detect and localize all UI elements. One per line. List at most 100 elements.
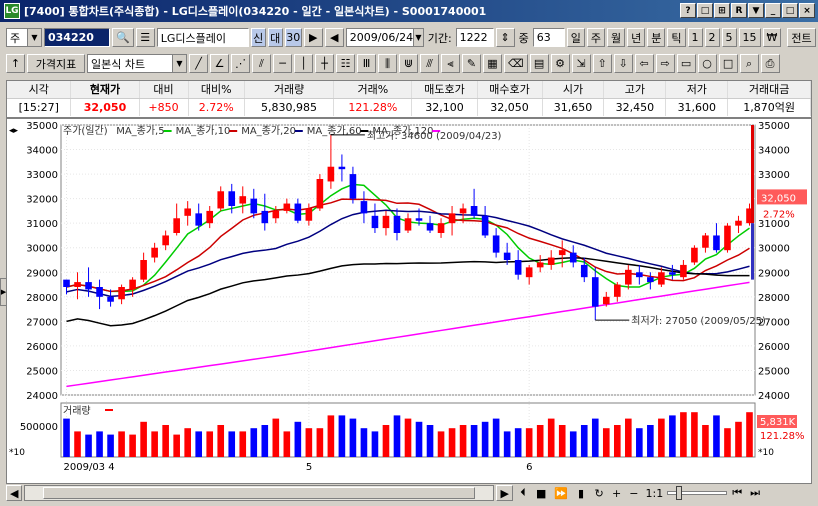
date-select[interactable]: 2009/06/24 ▼ (345, 28, 424, 47)
arrow-left-icon[interactable]: ⇦ (634, 54, 654, 73)
maximize-button[interactable]: □ (782, 3, 798, 18)
magnify-icon[interactable]: ⌕ (739, 54, 759, 73)
arrow-up-icon[interactable]: ⇧ (592, 54, 612, 73)
volume-bar (250, 428, 258, 457)
up-arrow-icon[interactable]: ↑ (6, 54, 25, 73)
price-volume-chart[interactable]: 24000 2400025000 2500026000 2600027000 27000… (7, 119, 811, 483)
settings-icon[interactable]: ⚙ (550, 54, 570, 73)
tab-week[interactable]: 주 (586, 28, 606, 47)
side-panel-toggle[interactable]: ▶ (0, 278, 7, 306)
zoom-in-icon[interactable]: + (609, 485, 625, 501)
close-button[interactable]: × (799, 3, 815, 18)
volume-bar (283, 431, 291, 457)
speed-line-icon[interactable]: ⫽ (252, 54, 271, 73)
crossline-icon[interactable]: ┼ (315, 54, 334, 73)
first-icon[interactable]: ⏮ (729, 485, 746, 501)
dropdown-button[interactable]: ▼ (748, 3, 764, 18)
angle-icon[interactable]: ∠ (210, 54, 229, 73)
candle-body (503, 252, 511, 260)
back-icon[interactable]: ◀ (324, 28, 344, 47)
candle-body (206, 210, 214, 224)
document-icon[interactable]: ▭ (676, 54, 696, 73)
fibo-time-icon[interactable]: Ⅲ (357, 54, 376, 73)
spinner-icon[interactable]: ⇕ (495, 28, 515, 47)
candle-body (558, 250, 566, 256)
minimize-button[interactable]: _ (765, 3, 781, 18)
eraser-icon[interactable]: ⌫ (504, 54, 528, 73)
scroll-right-button[interactable]: ▶ (496, 485, 513, 501)
reset-icon[interactable]: ↻ (591, 485, 608, 501)
bar-icon[interactable]: ▮ (573, 485, 590, 501)
hline-icon[interactable]: ─ (273, 54, 292, 73)
candle-body (85, 282, 92, 290)
candle-body (316, 179, 324, 209)
indicator-button[interactable]: 가격지표 (27, 54, 85, 73)
zoom-slider-handle[interactable] (676, 486, 683, 500)
count-input[interactable]: 63 (532, 28, 565, 47)
chart-type-select[interactable]: 일본식 차트 ▼ (87, 54, 187, 73)
chart-area[interactable]: 24000 24000 25000 25000 26000 26000 27000 27000… (6, 118, 812, 484)
play-back-icon[interactable]: ⏴ (514, 485, 531, 501)
circle-icon[interactable]: ○ (697, 54, 717, 73)
arrow-right-icon[interactable]: ⇨ (655, 54, 675, 73)
gann-icon[interactable]: ⫼ (378, 54, 397, 73)
value-bid: 32,050 (477, 98, 543, 116)
candle-body (393, 215, 401, 233)
channel-icon[interactable]: ⫻ (420, 54, 439, 73)
color-icon[interactable]: ▦ (483, 54, 502, 73)
chevron-down-icon: ▼ (413, 29, 423, 46)
candle-body (195, 213, 203, 226)
play-icon[interactable]: ▶ (303, 28, 323, 47)
help-button[interactable]: ? (680, 3, 696, 18)
header-price: 현재가 (70, 81, 140, 99)
fibo-icon[interactable]: ☷ (336, 54, 355, 73)
tab-tick[interactable]: 틱 (667, 28, 686, 47)
tab-month[interactable]: 월 (607, 28, 626, 47)
period-label: 기간: (427, 31, 452, 45)
pitchfork-icon[interactable]: ⫷ (441, 54, 460, 73)
r-button[interactable]: R (731, 3, 747, 18)
interval-1[interactable]: 1 (687, 28, 703, 47)
interval-15[interactable]: 15 (738, 28, 761, 47)
search-icon[interactable]: 🔍 (112, 28, 134, 47)
title-bar: LG [7400] 통합차트(주식종합) - LG디스플레이(034220 - … (0, 0, 818, 22)
period-input[interactable]: 1222 (455, 28, 494, 47)
market-select[interactable]: 주 ▼ (6, 28, 42, 47)
cycle-icon[interactable]: ⋓ (399, 54, 418, 73)
last-icon[interactable]: ⏭ (747, 485, 763, 501)
scroll-thumb[interactable] (43, 487, 476, 499)
export-icon[interactable]: ⇲ (571, 54, 591, 73)
stop-icon[interactable]: ■ (532, 485, 550, 501)
fast-forward-icon[interactable]: ⏩ (551, 485, 572, 501)
restore-small-button[interactable]: □ (697, 3, 713, 18)
arrow-down-icon[interactable]: ⇩ (613, 54, 633, 73)
table-icon[interactable]: ▤ (529, 54, 549, 73)
trendline-icon[interactable]: ╱ (189, 54, 208, 73)
tab-day[interactable]: 일 (566, 28, 585, 47)
pencil-icon[interactable]: ✎ (462, 54, 481, 73)
tab-year[interactable]: 년 (627, 28, 646, 47)
list-icon[interactable]: ☰ (135, 28, 155, 47)
candle-body (129, 279, 136, 290)
chart-menu-button[interactable]: 전트 (787, 28, 816, 47)
vline-icon[interactable]: │ (294, 54, 313, 73)
tab-minute[interactable]: 분 (647, 28, 666, 47)
stock-code-input[interactable]: 034220 (44, 28, 110, 47)
zoom-slider[interactable] (667, 486, 728, 500)
volume-bar (217, 425, 225, 457)
volume-bar (680, 412, 687, 457)
volume-bar (746, 412, 753, 457)
interval-5[interactable]: 5 (721, 28, 737, 47)
tile-button[interactable]: ⊞ (714, 3, 730, 18)
y-tick-left: 25000 (26, 366, 58, 377)
zoom-out-icon[interactable]: − (626, 485, 642, 501)
currency-icon[interactable]: ₩ (762, 28, 782, 47)
horizontal-scrollbar[interactable] (24, 485, 495, 501)
print-icon[interactable]: ⎙ (760, 54, 780, 73)
scroll-left-button[interactable]: ◀ (6, 485, 23, 501)
candle-body (415, 218, 423, 221)
interval-2[interactable]: 2 (704, 28, 720, 47)
rectangle-icon[interactable]: □ (718, 54, 738, 73)
y-tick-right: 25000 (758, 366, 790, 377)
fan-icon[interactable]: ⋰ (231, 54, 250, 73)
